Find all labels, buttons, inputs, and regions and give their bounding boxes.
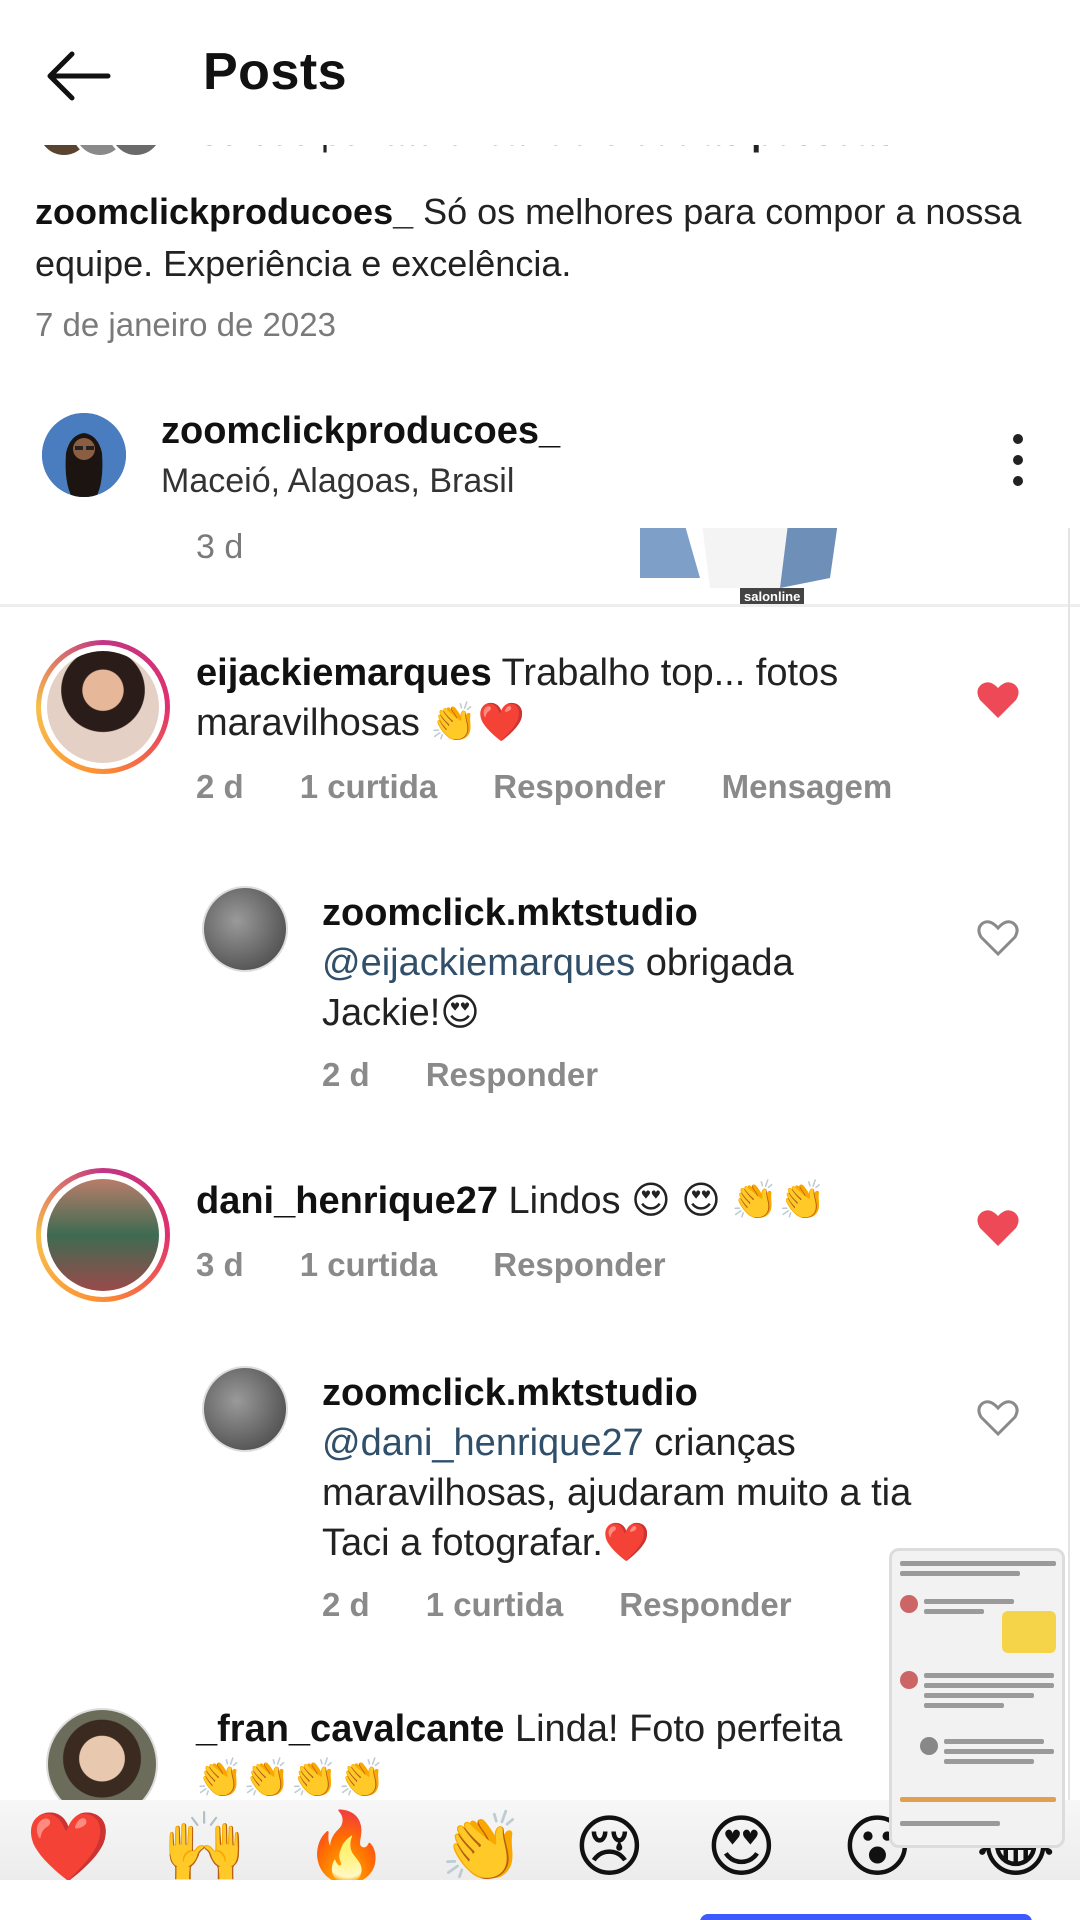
post-username[interactable]: zoomclickproducoes_ — [161, 410, 560, 453]
jacket-photo-fragment — [640, 528, 838, 588]
commenter-avatar[interactable] — [36, 640, 170, 774]
heart-filled-icon[interactable] — [976, 1208, 1020, 1248]
screenshot-edge — [1068, 528, 1076, 1828]
comment-username[interactable]: eijackiemarques — [196, 652, 492, 694]
reply-avatar[interactable] — [202, 1366, 288, 1452]
likes-count[interactable]: 1 curtida — [426, 1586, 564, 1623]
comment-text: dani_henrique27 Lindos 😍 😍 👏👏 — [196, 1180, 827, 1222]
bottom-action-pill[interactable] — [700, 1914, 1032, 1920]
back-arrow-icon[interactable] — [42, 46, 114, 106]
post-location[interactable]: Maceió, Alagoas, Brasil — [161, 462, 514, 501]
emoji-fire[interactable]: 🔥 — [304, 1808, 389, 1880]
emoji-clap[interactable]: 👏 — [440, 1808, 525, 1880]
page-title: Posts — [203, 43, 348, 101]
mention-link[interactable]: @eijackiemarques — [322, 942, 635, 984]
screen-recording-thumbnail[interactable] — [889, 1548, 1065, 1848]
watermark: salonline — [740, 588, 805, 605]
mention-link[interactable]: @dani_henrique27 — [322, 1422, 644, 1464]
reply-text: zoomclick.mktstudio @dani_henrique27 cri… — [322, 1372, 912, 1564]
comment-meta: 3 d1 curtida Responder — [196, 1246, 666, 1283]
reply-text: zoomclick.mktstudio @eijackiemarques obr… — [322, 892, 794, 1034]
reply-button[interactable]: Responder — [493, 1246, 665, 1283]
heart-filled-icon[interactable] — [976, 680, 1020, 720]
reply-meta: 2 d Responder — [322, 1056, 599, 1093]
comment-text: _fran_cavalcante Linda! Foto perfeita 👏👏… — [196, 1708, 843, 1800]
post-caption: zoomclickproducoes_ Só os melhores para … — [35, 186, 1045, 290]
post-date: 7 de janeiro de 2023 — [35, 306, 336, 343]
top-bar: Posts — [0, 0, 1080, 145]
reply-username[interactable]: zoomclick.mktstudio — [322, 892, 698, 934]
bottom-strip — [0, 1880, 1080, 1920]
comment-username[interactable]: _fran_cavalcante — [196, 1708, 504, 1750]
caption-username[interactable]: zoomclickproducoes_ — [35, 191, 413, 232]
reply-button[interactable]: Responder — [619, 1586, 791, 1623]
reply-button[interactable]: Responder — [426, 1056, 598, 1093]
emoji-heart[interactable]: ❤️ — [26, 1808, 111, 1880]
more-options-icon[interactable] — [1000, 430, 1036, 490]
heart-outline-icon[interactable] — [976, 1398, 1020, 1438]
emoji-raised-hands[interactable]: 🙌 — [162, 1808, 247, 1880]
divider — [0, 604, 1080, 607]
post-header: zoomclickproducoes_ Maceió, Alagoas, Bra… — [0, 400, 1080, 525]
reply-username[interactable]: zoomclick.mktstudio — [322, 1372, 698, 1414]
reply-meta: 2 d1 curtida Responder — [322, 1586, 792, 1623]
comment-username[interactable]: dani_henrique27 — [196, 1180, 498, 1222]
commenter-avatar[interactable] — [36, 1168, 170, 1302]
likes-count[interactable]: 1 curtida — [300, 1246, 438, 1283]
heart-outline-icon[interactable] — [976, 918, 1020, 958]
previous-comment-time: 3 d — [196, 528, 244, 566]
reply-avatar[interactable] — [202, 886, 288, 972]
emoji-sad[interactable]: 😢 — [574, 1808, 645, 1880]
comment-meta: 2 d1 curtida Responder Mensagem — [196, 768, 893, 805]
reply-button[interactable]: Responder — [493, 768, 665, 805]
comment-text: eijackiemarques Trabalho top... fotos ma… — [196, 652, 839, 744]
post-avatar[interactable] — [42, 413, 126, 497]
emoji-heart-eyes[interactable]: 😍 — [706, 1808, 777, 1880]
likes-count[interactable]: 1 curtida — [300, 768, 438, 805]
message-button[interactable]: Mensagem — [722, 768, 893, 805]
